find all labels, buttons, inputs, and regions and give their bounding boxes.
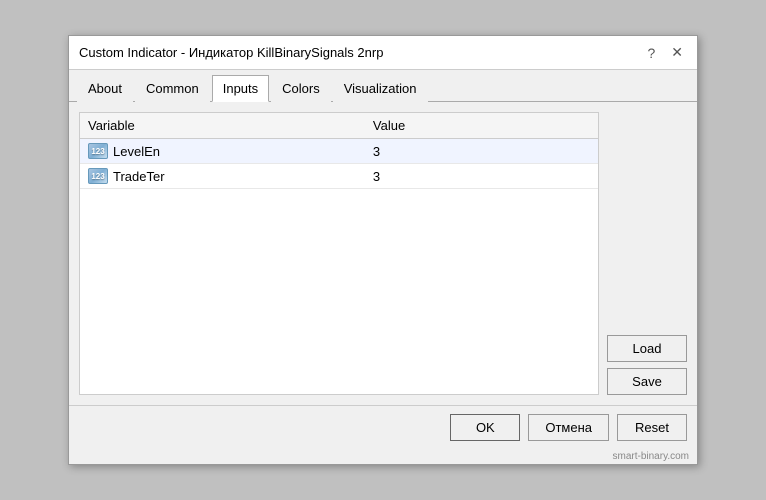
table-header: Variable Value	[80, 113, 598, 139]
tab-about[interactable]: About	[77, 75, 133, 102]
table-row[interactable]: 123 TradeTer 3	[80, 164, 598, 189]
reset-button[interactable]: Reset	[617, 414, 687, 441]
save-button[interactable]: Save	[607, 368, 687, 395]
cancel-button[interactable]: Отмена	[528, 414, 609, 441]
tab-visualization[interactable]: Visualization	[333, 75, 428, 102]
variable-cell: 123 LevelEn	[80, 139, 365, 163]
tab-bar: About Common Inputs Colors Visualization	[69, 70, 697, 102]
variable-cell: 123 TradeTer	[80, 164, 365, 188]
load-button[interactable]: Load	[607, 335, 687, 362]
variable-name: TradeTer	[113, 169, 165, 184]
ok-button[interactable]: OK	[450, 414, 520, 441]
content-area: Variable Value 123 LevelEn 3 123 TradeTe…	[69, 102, 697, 405]
bottom-bar: OK Отмена Reset	[69, 405, 697, 449]
watermark: smart-binary.com	[69, 449, 697, 464]
variable-type-icon: 123	[88, 143, 108, 159]
main-window: Custom Indicator - Индикатор KillBinaryS…	[68, 35, 698, 465]
side-buttons: Load Save	[607, 112, 687, 395]
help-button[interactable]: ?	[643, 45, 659, 61]
tab-common[interactable]: Common	[135, 75, 210, 102]
tab-colors[interactable]: Colors	[271, 75, 331, 102]
variable-type-icon: 123	[88, 168, 108, 184]
variable-name: LevelEn	[113, 144, 160, 159]
title-bar: Custom Indicator - Индикатор KillBinaryS…	[69, 36, 697, 70]
table-row[interactable]: 123 LevelEn 3	[80, 139, 598, 164]
tab-inputs[interactable]: Inputs	[212, 75, 269, 102]
col-header-value: Value	[365, 113, 598, 138]
title-controls: ? ✕	[643, 44, 687, 61]
inputs-table: Variable Value 123 LevelEn 3 123 TradeTe…	[79, 112, 599, 395]
value-cell[interactable]: 3	[365, 165, 598, 188]
col-header-variable: Variable	[80, 113, 365, 138]
value-cell[interactable]: 3	[365, 140, 598, 163]
close-button[interactable]: ✕	[667, 44, 687, 61]
window-title: Custom Indicator - Индикатор KillBinaryS…	[79, 45, 383, 60]
